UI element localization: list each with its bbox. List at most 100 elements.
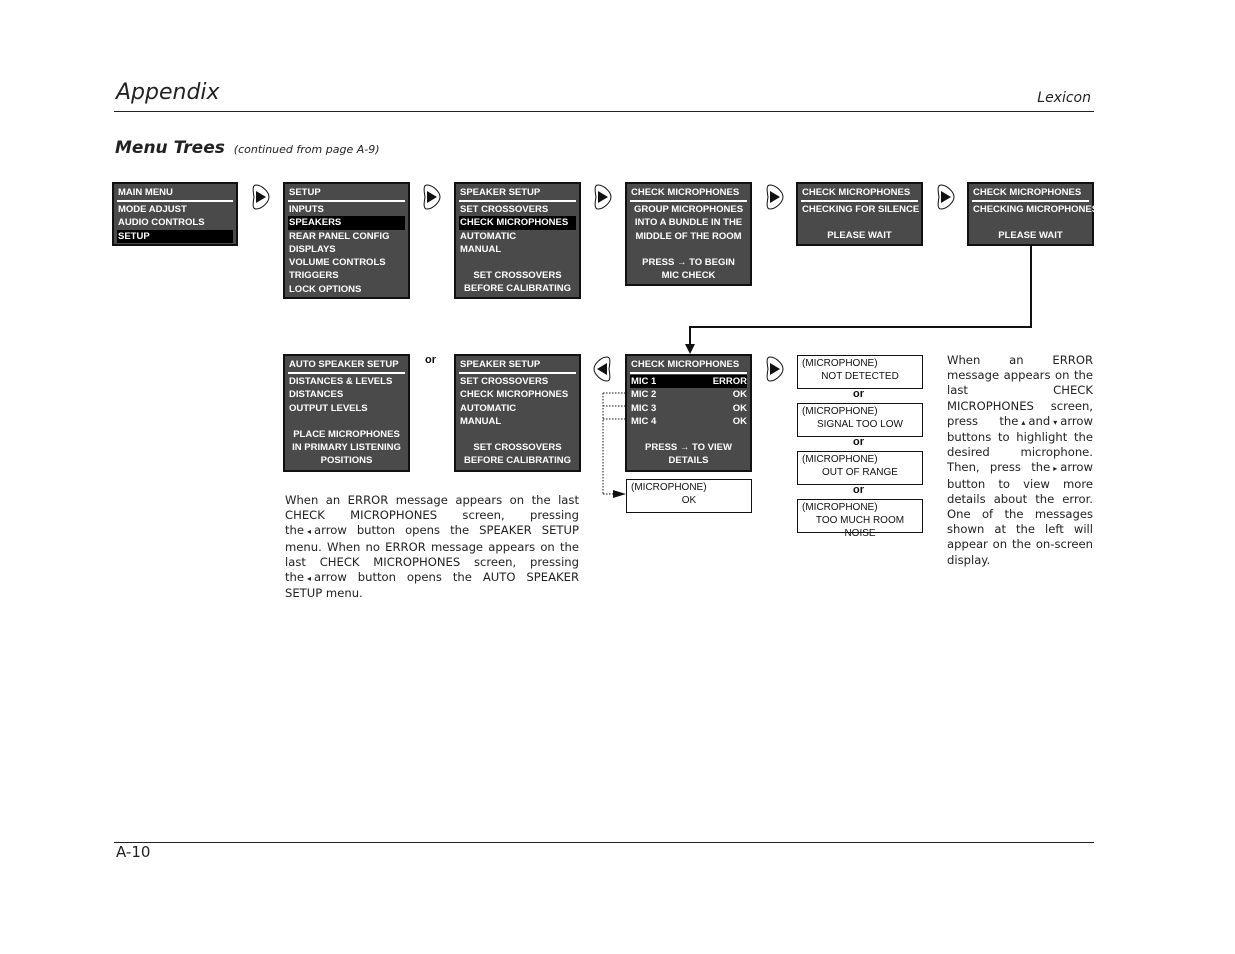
- right-arrow-icon: ▸: [1053, 464, 1058, 474]
- screen-status: CHECKING FOR SILENCE: [802, 204, 920, 215]
- menu-item-selected[interactable]: SPEAKERS: [288, 216, 405, 230]
- mic-status: OK: [732, 415, 747, 427]
- error-message-signal-too-low: (MICROPHONE) SIGNAL TOO LOW: [797, 403, 923, 437]
- screen-title: SPEAKER SETUP: [459, 359, 576, 374]
- message-line2: OK: [681, 495, 697, 506]
- message-line1: (MICROPHONE): [631, 482, 707, 493]
- menu-item[interactable]: SET CROSSOVERS: [459, 203, 576, 216]
- menu-item[interactable]: REAR PANEL CONFIG: [288, 230, 405, 243]
- message-line2: OUT OF RANGE: [822, 467, 898, 478]
- menu-item-selected[interactable]: SETUP: [117, 229, 233, 243]
- mic-status: OK: [732, 402, 747, 414]
- left-arrow-icon: ◂: [307, 527, 312, 537]
- screen-line: INTO A BUNDLE IN THE: [634, 217, 743, 229]
- screen-note: PLEASE WAIT: [998, 230, 1063, 242]
- screen-check-microphones-group: CHECK MICROPHONES GROUP MICROPHONES INTO…: [625, 182, 752, 286]
- screen-speaker-setup-return: SPEAKER SETUP SET CROSSOVERS CHECK MICRO…: [454, 354, 581, 472]
- screen-note: SET CROSSOVERS: [473, 442, 562, 454]
- error-message-not-detected: (MICROPHONE) NOT DETECTED: [797, 355, 923, 389]
- mic-row[interactable]: MIC 4 OK: [630, 415, 747, 428]
- screen-note: POSITIONS: [320, 455, 373, 467]
- mic-status: OK: [732, 389, 747, 401]
- screen-setup: SETUP INPUTS SPEAKERS REAR PANEL CONFIG …: [283, 182, 410, 299]
- menu-item[interactable]: OUTPUT LEVELS: [288, 402, 405, 415]
- screen-auto-speaker-setup: AUTO SPEAKER SETUP DISTANCES & LEVELS DI…: [283, 354, 410, 472]
- message-line1: (MICROPHONE): [802, 406, 878, 417]
- screen-title: MAIN MENU: [117, 187, 233, 202]
- right-arrow-button-icon[interactable]: [764, 356, 784, 382]
- menu-item[interactable]: AUTOMATIC: [459, 230, 576, 243]
- screen-title: CHECK MICROPHONES: [801, 187, 918, 202]
- menu-item[interactable]: MANUAL: [459, 243, 576, 256]
- screen-status: CHECKING MICROPHONES: [973, 204, 1099, 215]
- menu-item[interactable]: DISTANCES: [288, 388, 405, 401]
- left-arrow-button-icon[interactable]: [593, 356, 613, 382]
- or-label: or: [853, 436, 864, 448]
- right-arrow-button-icon[interactable]: [421, 184, 441, 210]
- menu-item[interactable]: VOLUME CONTROLS: [288, 256, 405, 269]
- screen-checking-microphones: CHECK MICROPHONES CHECKING MICROPHONES P…: [967, 182, 1099, 246]
- message-line2: SIGNAL TOO LOW: [817, 419, 903, 430]
- screen-title: CHECK MICROPHONES: [630, 187, 747, 202]
- error-message-out-of-range: (MICROPHONE) OUT OF RANGE: [797, 451, 923, 485]
- paragraph-text: arrow button opens the AUTO SPEAKER SETU…: [285, 570, 579, 601]
- message-line1: (MICROPHONE): [802, 358, 878, 369]
- paragraph-text: arrow button to view more details about …: [947, 460, 1093, 567]
- screen-main-menu: MAIN MENU MODE ADJUST AUDIO CONTROLS SET…: [112, 182, 238, 246]
- menu-item[interactable]: TRIGGERS: [288, 269, 405, 282]
- mic-name: MIC 2: [631, 389, 657, 401]
- mic-ok-message: (MICROPHONE) OK: [626, 479, 752, 513]
- menu-item[interactable]: INPUTS: [288, 203, 405, 216]
- mic-status: ERROR: [712, 376, 747, 387]
- right-arrow-button-icon[interactable]: [592, 184, 612, 210]
- screen-note: PLACE MICROPHONES: [293, 428, 400, 440]
- or-label: or: [853, 388, 864, 400]
- menu-item[interactable]: SET CROSSOVERS: [459, 375, 576, 388]
- menu-item[interactable]: DISPLAYS: [288, 243, 405, 256]
- left-arrow-icon: ◂: [307, 574, 312, 584]
- screen-check-microphones-result: CHECK MICROPHONES MIC 1 ERROR MIC 2 OK M…: [625, 354, 752, 472]
- screen-note: PRESS → TO VIEW: [645, 442, 732, 454]
- message-line1: (MICROPHONE): [802, 502, 878, 513]
- screen-line: MIDDLE OF THE ROOM: [635, 230, 742, 242]
- screen-line: GROUP MICROPHONES: [633, 204, 744, 215]
- connector-arrowhead: [685, 344, 695, 354]
- mic-name: MIC 4: [631, 415, 657, 427]
- screen-title: SETUP: [288, 187, 405, 202]
- screen-note: BEFORE CALIBRATING: [464, 283, 571, 295]
- screen-title: AUTO SPEAKER SETUP: [288, 359, 405, 374]
- message-line2: TOO MUCH ROOM NOISE: [815, 515, 905, 539]
- screen-note: MIC CHECK: [661, 270, 716, 282]
- screen-note: PLEASE WAIT: [827, 230, 892, 242]
- menu-item-selected[interactable]: CHECK MICROPHONES: [459, 216, 576, 230]
- screen-note: IN PRIMARY LISTENING: [292, 442, 401, 454]
- menu-item[interactable]: AUTOMATIC: [459, 402, 576, 415]
- screen-note: PRESS → TO BEGIN: [642, 256, 735, 268]
- right-arrow-button-icon[interactable]: [935, 184, 955, 210]
- down-arrow-icon: ▾: [1053, 417, 1058, 427]
- mic-row[interactable]: MIC 2 OK: [630, 388, 747, 401]
- menu-item[interactable]: CHECK MICROPHONES: [459, 388, 576, 401]
- error-message-room-noise: (MICROPHONE) TOO MUCH ROOM NOISE: [797, 499, 923, 539]
- page-number: A-10: [116, 843, 151, 861]
- screen-note: BEFORE CALIBRATING: [464, 455, 571, 467]
- paragraph-text: and: [1028, 413, 1051, 428]
- screen-title: CHECK MICROPHONES: [630, 359, 747, 374]
- screen-title: CHECK MICROPHONES: [972, 187, 1089, 202]
- mic-name: MIC 1: [631, 376, 657, 387]
- menu-item[interactable]: MODE ADJUST: [117, 203, 233, 216]
- menu-item[interactable]: AUDIO CONTROLS: [117, 216, 233, 229]
- screen-title: SPEAKER SETUP: [459, 187, 576, 202]
- left-explanation-paragraph: When an ERROR message appears on the las…: [285, 493, 579, 601]
- right-explanation-paragraph: When an ERROR message appears on the las…: [947, 353, 1093, 568]
- mic-row-selected[interactable]: MIC 1 ERROR: [630, 375, 747, 389]
- mic-row[interactable]: MIC 3 OK: [630, 402, 747, 415]
- footer-divider: [114, 842, 1094, 843]
- right-arrow-button-icon[interactable]: [250, 184, 270, 210]
- right-arrow-button-icon[interactable]: [764, 184, 784, 210]
- message-line2: NOT DETECTED: [821, 371, 899, 382]
- mic-name: MIC 3: [631, 402, 657, 414]
- menu-item[interactable]: LOCK OPTIONS: [288, 283, 405, 296]
- menu-item[interactable]: MANUAL: [459, 415, 576, 428]
- menu-item[interactable]: DISTANCES & LEVELS: [288, 375, 405, 388]
